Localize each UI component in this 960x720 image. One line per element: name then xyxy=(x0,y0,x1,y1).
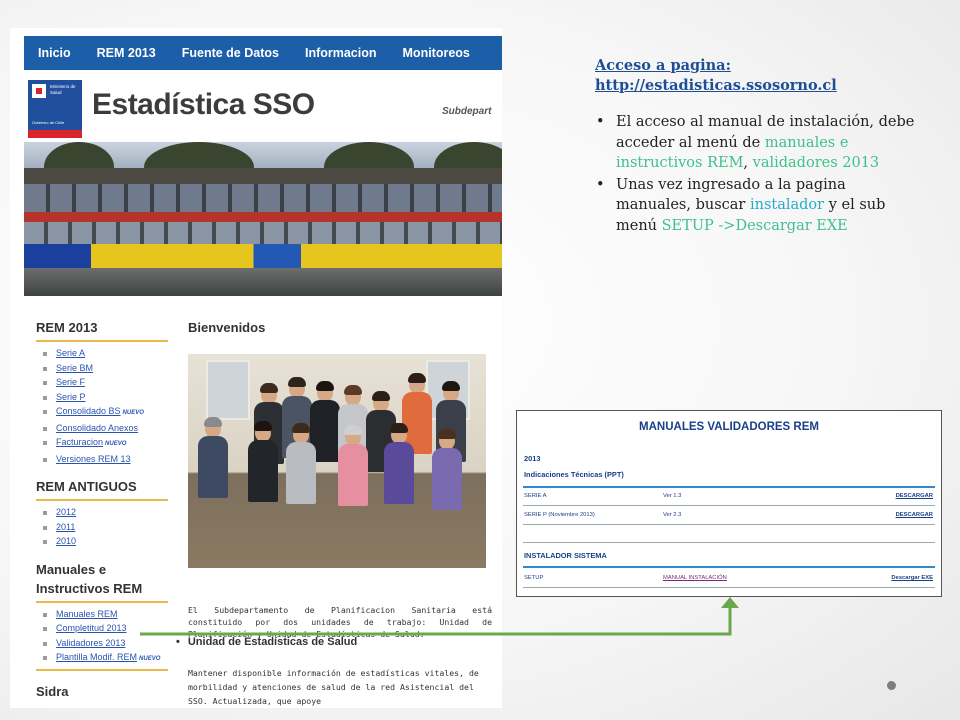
list-item: Consolidado BS NUEVO xyxy=(36,404,168,421)
ministerio-logo: Ministerio de Salud Gobierno de Chile xyxy=(28,80,82,138)
logo-line-2: Salud xyxy=(50,90,62,95)
logo-line-3: Gobierno de Chile xyxy=(32,120,65,125)
table-row-name: SERIE A xyxy=(524,493,547,499)
sidebar: REM 2013 Serie A Serie BM Serie F Serie … xyxy=(36,318,168,708)
list-item: El acceso al manual de instalación, debe… xyxy=(595,112,925,174)
sidebar-link-2010[interactable]: 2010 xyxy=(56,536,76,546)
table-row-version: Ver 2.3 xyxy=(663,512,682,518)
list-item: 2011 xyxy=(36,520,168,535)
manuales-heading-line-2: Instructivos REM xyxy=(36,580,143,596)
manuales-list: Manuales REM Completitud 2013 Validadore… xyxy=(36,607,168,671)
sidebar-link-serie-f[interactable]: Serie F xyxy=(56,377,85,387)
new-badge: NUEVO xyxy=(122,410,144,416)
sidebar-link-serie-bm[interactable]: Serie BM xyxy=(56,363,93,373)
list-item: Completitud 2013 xyxy=(36,621,168,636)
sidebar-heading-rem-antiguos: REM ANTIGUOS xyxy=(36,477,168,501)
note-title: Acceso a pagina: xyxy=(595,57,731,74)
nav-item-monitoreos[interactable]: Monitoreos xyxy=(390,46,483,60)
sidebar-link-completitud-2013[interactable]: Completitud 2013 xyxy=(56,623,127,633)
list-item: Serie F xyxy=(36,375,168,390)
site-header: Ministerio de Salud Gobierno de Chile Es… xyxy=(24,72,502,140)
instruction-note: Acceso a pagina: http://estadisticas.sso… xyxy=(595,56,925,237)
rem-antiguos-list: 2012 2011 2010 xyxy=(36,505,168,549)
site-url-link[interactable]: http://estadisticas.ssosorno.cl xyxy=(595,76,925,96)
sidebar-link-2011[interactable]: 2011 xyxy=(56,522,75,532)
sidebar-link-versiones-rem-13[interactable]: Versiones REM 13 xyxy=(56,454,131,464)
site-subtitle: Subdepart xyxy=(442,106,492,117)
descargar-link[interactable]: DESCARGAR xyxy=(896,493,933,499)
nav-item-inicio[interactable]: Inicio xyxy=(24,46,84,60)
setup-row-name: SETUP xyxy=(524,575,544,581)
list-item: Facturacion NUEVO xyxy=(36,435,168,452)
panel-section-instalador: INSTALADOR SISTEMA xyxy=(524,551,607,560)
instruction-list: El acceso al manual de instalación, debe… xyxy=(595,112,925,236)
sidebar-link-consolidado-anexos[interactable]: Consolidado Anexos xyxy=(56,423,138,433)
sidebar-link-serie-a[interactable]: Serie A xyxy=(56,348,85,358)
descargar-exe-link[interactable]: Descargar EXE xyxy=(891,575,933,581)
sidebar-heading-sidra: Sidra xyxy=(36,683,69,699)
sidebar-link-validadores-2013[interactable]: Validadores 2013 xyxy=(56,638,125,648)
chile-flag-icon xyxy=(32,84,46,98)
new-badge: NUEVO xyxy=(105,441,127,447)
nav-item-informacion[interactable]: Informacion xyxy=(292,46,390,60)
arrow-head-icon xyxy=(721,597,739,608)
list-item: 2010 xyxy=(36,534,168,549)
panel-title: MANUALES VALIDADORES REM xyxy=(639,421,819,433)
sidebar-link-2012[interactable]: 2012 xyxy=(56,507,76,517)
sidebar-link-plantilla-modif-rem[interactable]: Plantilla Modif. REM xyxy=(56,652,137,662)
main-content: Bienvenidos El Subdepartamento de Planif… xyxy=(188,318,502,706)
list-item: Plantilla Modif. REM NUEVO xyxy=(36,650,168,667)
manuales-validadores-panel: MANUALES VALIDADORES REM 2013 Indicacion… xyxy=(516,410,942,597)
list-item: Serie A xyxy=(36,346,168,361)
welcome-text: El Subdepartamento de Planificacion Sani… xyxy=(188,605,492,639)
unit-heading: Unidad de Estadísticas de Salud xyxy=(176,636,357,648)
group-photo xyxy=(188,354,486,568)
list-item: 2012 xyxy=(36,505,168,520)
panel-year: 2013 xyxy=(524,454,541,463)
new-badge: NUEVO xyxy=(139,656,161,662)
left-gutter xyxy=(10,28,24,708)
unit-text: Mantener disponible información de estad… xyxy=(188,668,479,706)
list-item: Manuales REM xyxy=(36,607,168,622)
site-title: Estadística SSO xyxy=(92,88,315,121)
table-row-version: Ver 1.3 xyxy=(663,493,682,499)
highlight-setup: SETUP ->Descargar EXE xyxy=(661,217,848,234)
sidebar-link-facturacion[interactable]: Facturacion xyxy=(56,437,103,447)
list-item: Unas vez ingresado a la pagina manuales,… xyxy=(595,175,925,237)
list-item: Serie BM xyxy=(36,361,168,376)
highlight-validadores: validadores 2013 xyxy=(752,155,880,171)
top-navigation: Inicio REM 2013 Fuente de Datos Informac… xyxy=(24,36,502,70)
highlight-instalador: instalador xyxy=(749,197,825,213)
table-row-name: SERIE P (Noviembre 2013) xyxy=(524,512,595,518)
sidebar-heading-rem-2013: REM 2013 xyxy=(36,318,168,342)
panel-section-indicaciones: Indicaciones Técnicas (PPT) xyxy=(524,470,624,479)
logo-line-1: Ministerio de xyxy=(50,84,76,89)
manuales-heading-line-1: Manuales e xyxy=(36,561,107,577)
sidebar-link-manuales-rem[interactable]: Manuales REM xyxy=(56,609,118,619)
banner-image xyxy=(24,142,502,296)
list-item: Consolidado Anexos xyxy=(36,421,168,436)
list-item: Versiones REM 13 xyxy=(36,452,168,467)
sidebar-link-serie-p[interactable]: Serie P xyxy=(56,392,86,402)
nav-item-rem-2013[interactable]: REM 2013 xyxy=(84,46,169,60)
sidebar-heading-manuales: Manuales e Instructivos REM xyxy=(36,560,168,603)
sidebar-link-consolidado-bs[interactable]: Consolidado BS xyxy=(56,406,121,416)
list-item: Serie P xyxy=(36,390,168,405)
nav-item-fuente-de-datos[interactable]: Fuente de Datos xyxy=(169,46,292,60)
welcome-heading: Bienvenidos xyxy=(188,320,266,335)
descargar-link[interactable]: DESCARGAR xyxy=(896,512,933,518)
list-item: Validadores 2013 xyxy=(36,636,168,651)
slide-indicator-dot xyxy=(887,681,896,690)
rem-2013-list: Serie A Serie BM Serie F Serie P Consoli… xyxy=(36,346,168,466)
manual-instalacion-link[interactable]: MANUAL INSTALACIÓN xyxy=(663,575,727,581)
